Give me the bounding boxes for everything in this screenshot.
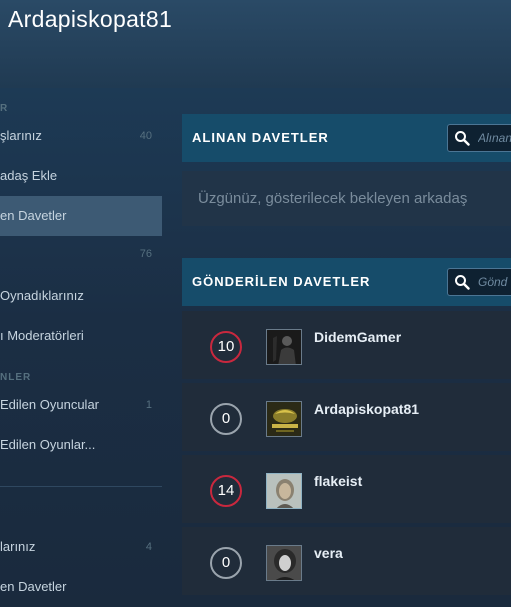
friend-name[interactable]: DidemGamer xyxy=(314,329,401,345)
sidebar-heading-friends: R xyxy=(0,103,9,114)
level-badge: 0 xyxy=(210,547,242,579)
profile-header: Ardapiskopat81 xyxy=(0,0,511,88)
sidebar-item-followed-games[interactable]: Edilen Oyunlar... xyxy=(0,425,162,465)
sidebar-item-label: en Davetler xyxy=(0,579,67,594)
sent-search-box[interactable] xyxy=(447,268,511,296)
received-empty-state: Üzgünüz, gösterilecek bekleyen arkadaş xyxy=(182,171,511,226)
received-search-box[interactable] xyxy=(447,124,511,152)
sidebar-item-recently-played[interactable]: Oynadıklarınız xyxy=(0,276,162,316)
avatar[interactable] xyxy=(266,473,302,509)
received-invites-header: ALINAN DAVETLER xyxy=(182,114,511,162)
friend-name[interactable]: flakeist xyxy=(314,473,362,489)
sidebar-divider xyxy=(0,486,162,487)
sidebar-item-moderators[interactable]: ı Moderatörleri xyxy=(0,316,162,356)
empty-message: Üzgünüz, gösterilecek bekleyen arkadaş xyxy=(198,190,468,207)
dark-figure-avatar-icon xyxy=(267,330,301,364)
sidebar-item-label: en Davetler xyxy=(0,208,67,223)
groups-count: 76 xyxy=(139,248,152,260)
friend-row[interactable]: 0 vera xyxy=(182,527,511,595)
sidebar-item-pending-invites[interactable]: en Davetler xyxy=(0,196,162,236)
sidebar-item-label: Edilen Oyuncular xyxy=(0,397,99,412)
received-invites-title: ALINAN DAVETLER xyxy=(192,130,329,145)
friend-row[interactable]: 10 DidemGamer xyxy=(182,311,511,379)
game-logo-avatar-icon xyxy=(267,402,301,436)
sidebar-item-label: larınız xyxy=(0,539,36,554)
sidebar-item-groups[interactable]: 76 xyxy=(0,236,162,272)
sidebar-item-label: şlarınız xyxy=(0,128,42,143)
sidebar-item-label: ı Moderatörleri xyxy=(0,328,84,343)
level-badge: 14 xyxy=(210,475,242,507)
friend-name[interactable]: vera xyxy=(314,545,343,561)
bw-portrait-avatar-icon xyxy=(267,546,301,580)
friends-count: 40 xyxy=(139,130,152,142)
friends-sidebar: R şlarınız 40 adaş Ekle en Davetler 76 O… xyxy=(0,88,170,607)
sent-invites-title: GÖNDERİLEN DAVETLER xyxy=(192,274,371,289)
friend-row[interactable]: 0 Ardapiskopat81 xyxy=(182,383,511,451)
search-icon xyxy=(455,131,470,146)
sidebar-item-label: Edilen Oyunlar... xyxy=(0,437,96,452)
sidebar-item-your-friends[interactable]: şlarınız 40 xyxy=(0,116,162,156)
profile-name: Ardapiskopat81 xyxy=(8,6,173,32)
friend-name[interactable]: Ardapiskopat81 xyxy=(314,401,419,417)
avatar[interactable] xyxy=(266,545,302,581)
search-icon xyxy=(455,275,470,290)
avatar[interactable] xyxy=(266,329,302,365)
received-search-input[interactable] xyxy=(478,125,511,151)
groups-lower-count: 4 xyxy=(145,541,152,553)
sidebar-item-add-friend[interactable]: adaş Ekle xyxy=(0,156,162,196)
sidebar-item-group-invites[interactable]: en Davetler xyxy=(0,567,162,607)
followed-players-count: 1 xyxy=(145,399,152,411)
sidebar-item-followed-players[interactable]: Edilen Oyuncular 1 xyxy=(0,385,162,425)
avatar[interactable] xyxy=(266,401,302,437)
level-badge: 0 xyxy=(210,403,242,435)
sent-search-input[interactable] xyxy=(478,269,511,295)
sidebar-heading-following: NLER xyxy=(0,372,32,383)
level-badge: 10 xyxy=(210,331,242,363)
sidebar-item-groups-lower[interactable]: larınız 4 xyxy=(0,527,162,567)
portrait-avatar-icon xyxy=(267,474,301,508)
friend-row[interactable]: 14 flakeist xyxy=(182,455,511,523)
sidebar-item-label: Oynadıklarınız xyxy=(0,288,84,303)
sent-invites-header: GÖNDERİLEN DAVETLER xyxy=(182,258,511,306)
sidebar-item-label: adaş Ekle xyxy=(0,168,58,183)
